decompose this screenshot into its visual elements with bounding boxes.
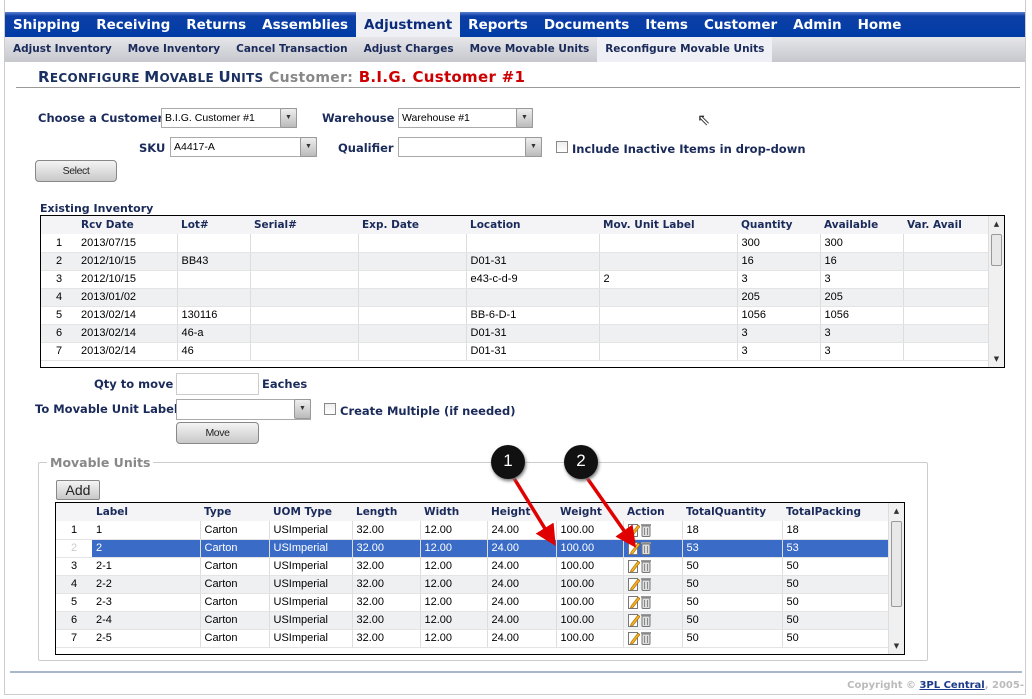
annotation-arrow-1 [510, 474, 556, 546]
mouse-cursor-icon: ⇖ [697, 110, 711, 129]
3pl-central-link[interactable]: 3PL Central [919, 680, 984, 691]
copyright-text: Copyright © [847, 680, 916, 691]
footer-divider [10, 671, 1022, 673]
annotation-badge-2: 2 [564, 445, 598, 479]
annotation-arrow-2 [583, 473, 637, 548]
annotation-badge-1: 1 [491, 445, 525, 479]
copyright-year: , 2005- [984, 680, 1024, 691]
annotation-arrows [510, 473, 637, 548]
copyright: Copyright © 3PL Central, 2005- [847, 680, 1024, 691]
